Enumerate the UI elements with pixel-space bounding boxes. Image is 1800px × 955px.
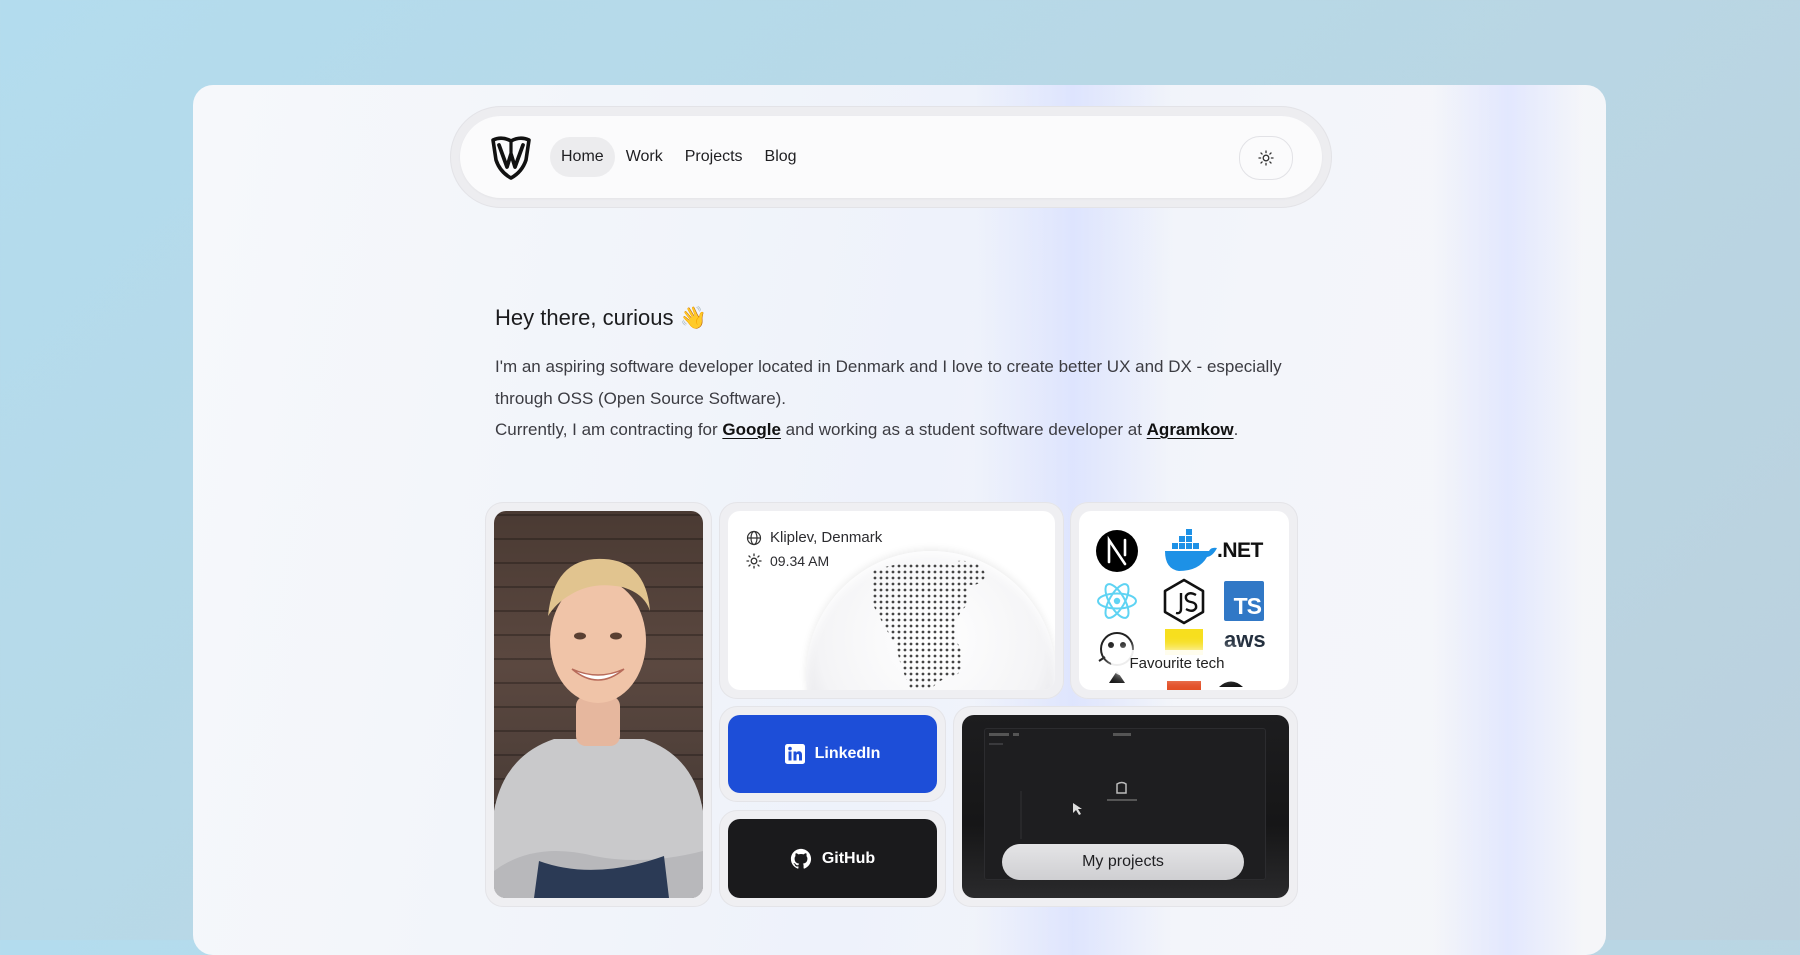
location-card: Kliplev, Denmark 09.34 AM — [719, 502, 1064, 699]
tech-grid: .NET TS aws Favourite tech — [1079, 511, 1289, 690]
bio-line: I'm an aspiring software developer locat… — [495, 357, 1282, 408]
browser-window: Home Work Projects Blog Hey there, curio… — [193, 85, 1606, 955]
bio-text: I'm an aspiring software developer locat… — [495, 351, 1295, 446]
bio-line: Currently, I am contracting for — [495, 420, 723, 439]
hero-section: Hey there, curious 👋 I'm an aspiring sof… — [495, 303, 1295, 446]
navbar-inner: Home Work Projects Blog — [460, 116, 1322, 198]
nav-link-work[interactable]: Work — [615, 137, 674, 177]
favourite-tech-label: Favourite tech — [1111, 650, 1243, 676]
linkedin-icon — [784, 744, 805, 764]
globe-icon — [746, 530, 762, 545]
location-text: Kliplev, Denmark — [770, 529, 883, 546]
nav-links: Home Work Projects Blog — [550, 137, 808, 177]
theme-toggle-button[interactable] — [1239, 136, 1293, 180]
bio-line: and working as a student software develo… — [780, 420, 1147, 439]
typescript-label: TS — [1233, 593, 1262, 619]
nav-link-projects[interactable]: Projects — [674, 137, 754, 177]
background-glow — [1433, 85, 1583, 955]
projects-card: My projects — [953, 706, 1298, 907]
nav-link-blog[interactable]: Blog — [754, 137, 808, 177]
shield-logo-icon[interactable] — [490, 136, 532, 180]
github-button[interactable]: GitHub — [728, 819, 937, 898]
globe-graphic — [806, 551, 1055, 690]
nav-link-home[interactable]: Home — [550, 137, 615, 177]
github-icon — [790, 848, 811, 869]
google-link[interactable]: Google — [722, 420, 781, 439]
profile-photo — [494, 511, 703, 898]
nextjs-icon — [1096, 530, 1138, 572]
linkedin-button[interactable]: LinkedIn — [728, 715, 937, 793]
nodejs-icon — [1163, 578, 1205, 625]
page-title: Hey there, curious 👋 — [495, 305, 708, 330]
agramkow-link[interactable]: Agramkow — [1147, 420, 1234, 439]
bio-line: . — [1233, 420, 1239, 439]
favourite-tech-card[interactable]: .NET TS aws Favourite tech — [1070, 502, 1298, 699]
dotnet-icon: .NET — [1217, 539, 1263, 562]
navbar: Home Work Projects Blog — [450, 106, 1332, 208]
html-icon — [1167, 681, 1201, 690]
sun-icon — [746, 553, 762, 569]
profile-photo-card — [485, 502, 712, 907]
location-card-inner: Kliplev, Denmark 09.34 AM — [728, 511, 1055, 690]
linkedin-label: LinkedIn — [814, 745, 881, 762]
my-projects-button[interactable]: My projects — [1002, 844, 1244, 880]
docker-icon — [1165, 529, 1217, 571]
sun-icon — [1258, 150, 1274, 166]
location-row: Kliplev, Denmark — [746, 529, 882, 546]
linkedin-card: LinkedIn — [719, 706, 946, 802]
github-card: GitHub — [719, 810, 946, 907]
github-label: GitHub — [821, 849, 876, 867]
projects-preview: My projects — [962, 715, 1289, 898]
typescript-icon: TS — [1224, 581, 1264, 621]
react-icon — [1097, 583, 1137, 619]
time-row: 09.34 AM — [746, 553, 829, 569]
time-text: 09.34 AM — [770, 553, 830, 569]
